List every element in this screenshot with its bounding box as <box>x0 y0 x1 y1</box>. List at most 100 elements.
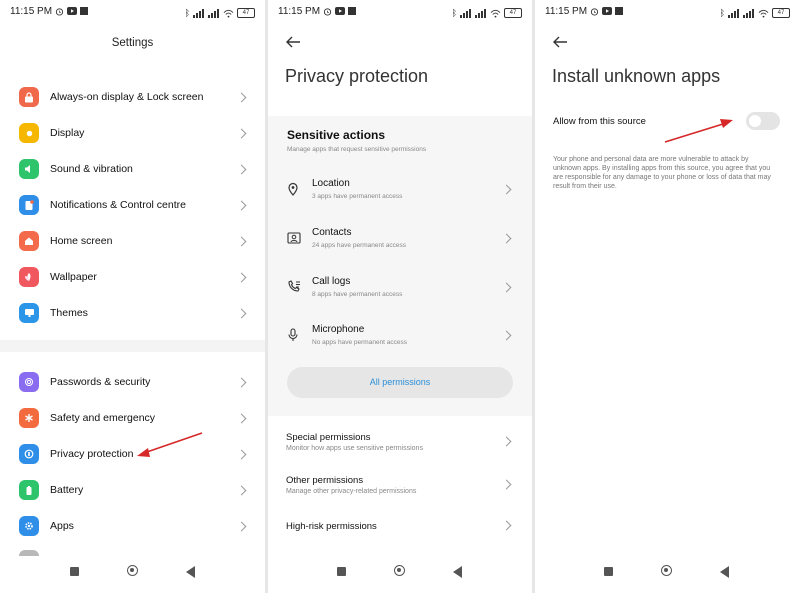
recents-button[interactable] <box>337 567 346 576</box>
permission-subtitle: Monitor how apps use sensitive permissio… <box>286 445 423 452</box>
permission-subtitle: No apps have permanent access <box>312 339 408 346</box>
section-divider <box>0 340 265 352</box>
settings-item-label: Wallpaper <box>50 271 97 283</box>
back-button[interactable] <box>720 566 729 578</box>
settings-item-label: Safety and emergency <box>50 412 156 424</box>
notification-icon <box>19 195 39 215</box>
status-time: 11:15 PM <box>545 6 588 17</box>
permission-title: Location <box>312 178 350 189</box>
back-button[interactable] <box>453 566 462 578</box>
app-notification-icon <box>615 7 623 18</box>
battery-indicator: 47 <box>504 8 522 18</box>
annotation-arrow <box>664 119 733 143</box>
monitor-icon <box>19 303 39 323</box>
lock-icon <box>19 87 39 107</box>
status-time: 11:15 PM <box>10 6 53 17</box>
page-title: Privacy protection <box>285 66 429 86</box>
settings-item-display[interactable]: Display <box>19 121 249 145</box>
home-button[interactable] <box>394 565 405 576</box>
status-bar: 11:15 PM ᛒ 47 <box>0 6 265 20</box>
section-subtitle: Manage apps that request sensitive permi… <box>287 146 427 153</box>
sun-icon <box>19 123 39 143</box>
settings-item-safety-emergency[interactable]: Safety and emergency <box>19 406 249 430</box>
permission-item-location[interactable]: Location 3 apps have permanent access <box>287 178 514 208</box>
settings-item-label: Battery <box>50 484 84 496</box>
back-arrow-icon[interactable] <box>552 36 568 48</box>
settings-item-always-on-display[interactable]: Always-on display & Lock screen <box>19 85 249 109</box>
permission-title: Contacts <box>312 227 352 238</box>
permission-subtitle: 24 apps have permanent access <box>312 242 406 249</box>
permission-item-call-logs[interactable]: Call logs 8 apps have permanent access <box>287 276 514 306</box>
allow-from-source-label: Allow from this source <box>553 116 646 127</box>
settings-item-notifications[interactable]: Notifications & Control centre <box>19 193 249 217</box>
allow-from-source-toggle[interactable] <box>746 112 780 130</box>
sensitive-actions-card: Sensitive actions Manage apps that reque… <box>268 116 532 416</box>
other-permissions-item[interactable]: Other permissions Manage other privacy-r… <box>286 475 514 503</box>
recents-button[interactable] <box>70 567 79 576</box>
wifi-icon <box>490 9 501 18</box>
status-bar: 11:15 PM ᛒ 47 <box>268 6 532 20</box>
chevron-right-icon <box>501 479 512 490</box>
permission-title: Special permissions <box>286 432 371 443</box>
location-icon <box>287 182 301 198</box>
settings-item-label: Sound & vibration <box>50 163 133 175</box>
chevron-right-icon <box>236 308 247 318</box>
chevron-right-icon <box>236 128 247 138</box>
back-button[interactable] <box>186 566 195 578</box>
settings-screen: 11:15 PM ᛒ 47 Settings Always-on display… <box>0 0 265 593</box>
settings-item-label: Themes <box>50 307 88 319</box>
settings-item-apps[interactable]: Apps <box>19 514 249 538</box>
install-unknown-apps-screen: 11:15 PM ᛒ 47 Install unknown apps Allow… <box>535 0 800 593</box>
call-log-icon <box>287 280 301 296</box>
annotation-arrow <box>137 432 203 457</box>
all-permissions-button[interactable]: All permissions <box>287 367 513 398</box>
gear-icon <box>19 516 39 536</box>
permission-item-microphone[interactable]: Microphone No apps have permanent access <box>287 324 514 354</box>
settings-item-wallpaper[interactable]: Wallpaper <box>19 265 249 289</box>
chevron-right-icon <box>236 164 247 174</box>
speaker-icon <box>19 159 39 179</box>
settings-item-themes[interactable]: Themes <box>19 301 249 325</box>
youtube-icon <box>67 7 77 18</box>
settings-item-label: Home screen <box>50 235 113 247</box>
special-permissions-item[interactable]: Special permissions Monitor how apps use… <box>286 432 514 460</box>
signal-icon <box>728 8 740 18</box>
home-icon <box>19 231 39 251</box>
settings-item-battery[interactable]: Battery <box>19 478 249 502</box>
privacy-icon <box>19 444 39 464</box>
chevron-right-icon <box>236 377 247 387</box>
chevron-right-icon <box>501 184 512 195</box>
warning-description: Your phone and personal data are more vu… <box>553 156 771 190</box>
signal-icon <box>460 8 472 18</box>
chevron-right-icon <box>236 236 247 246</box>
settings-item-passwords-security[interactable]: Passwords & security <box>19 370 249 394</box>
settings-item-label: Always-on display & Lock screen <box>50 91 204 103</box>
recents-button[interactable] <box>604 567 613 576</box>
page-title: Install unknown apps <box>552 66 721 86</box>
section-title: Sensitive actions <box>287 128 386 142</box>
navigation-bar <box>0 565 265 579</box>
navigation-bar <box>535 565 800 579</box>
battery-indicator: 47 <box>772 8 790 18</box>
chevron-right-icon <box>501 330 512 341</box>
alarm-icon <box>323 7 332 19</box>
signal-icon <box>193 8 205 18</box>
home-button[interactable] <box>127 565 138 576</box>
settings-item-label: Apps <box>50 520 74 532</box>
contacts-icon <box>287 231 301 247</box>
chevron-right-icon <box>236 485 247 495</box>
back-arrow-icon[interactable] <box>285 36 301 48</box>
app-notification-icon <box>348 7 356 18</box>
permission-title: Microphone <box>312 324 365 335</box>
permission-subtitle: 3 apps have permanent access <box>312 193 403 200</box>
home-button[interactable] <box>661 565 672 576</box>
wifi-icon <box>758 9 769 18</box>
chevron-right-icon <box>501 282 512 293</box>
permission-item-contacts[interactable]: Contacts 24 apps have permanent access <box>287 227 514 257</box>
settings-item-home-screen[interactable]: Home screen <box>19 229 249 253</box>
high-risk-permissions-item[interactable]: High-risk permissions <box>286 520 514 549</box>
permission-subtitle: Manage other privacy-related permissions <box>286 488 417 495</box>
settings-item-sound[interactable]: Sound & vibration <box>19 157 249 181</box>
chevron-right-icon <box>501 233 512 244</box>
youtube-icon <box>602 7 612 18</box>
